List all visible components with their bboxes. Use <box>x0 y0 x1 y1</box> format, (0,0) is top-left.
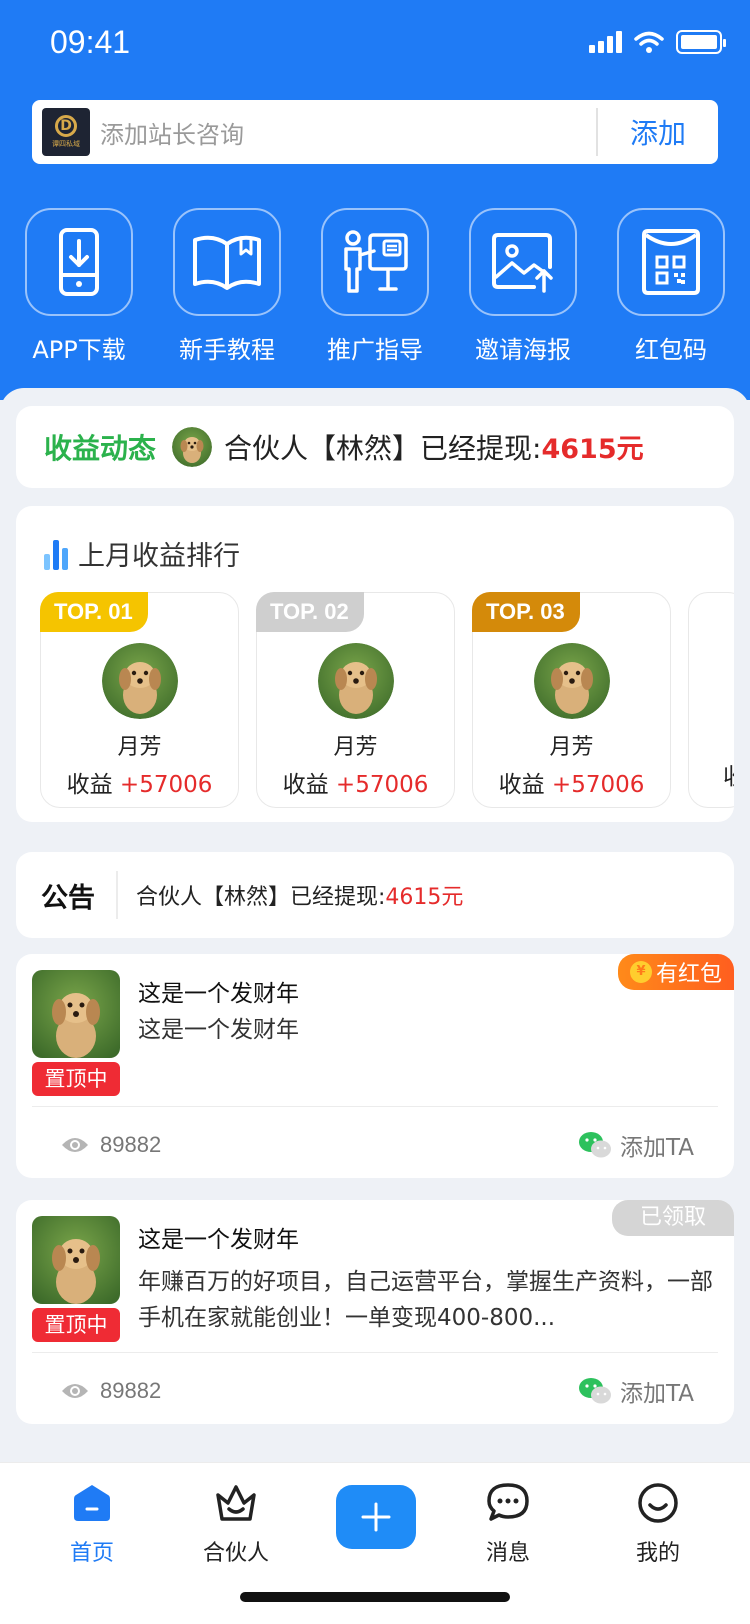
rank-badge: TOP. 01 <box>40 592 148 632</box>
eye-icon <box>62 1138 88 1152</box>
ranking-title: 上月收益排行 <box>78 541 240 572</box>
content-panel: 收益动态 合伙人【林然】已经提现:4615元 上月收益排行 TOP. 01 月芳… <box>0 388 750 1462</box>
rank-earnings: 收 <box>723 757 734 791</box>
add-button[interactable]: 添加 <box>598 112 718 152</box>
notice-bar[interactable]: 公告 合伙人【林然】已经提现:4615元 <box>16 852 734 938</box>
earnings-feed: 收益动态 合伙人【林然】已经提现:4615元 <box>16 406 734 488</box>
consult-bar: D 谭四私域 添加站长咨询 添加 <box>32 100 718 164</box>
home-indicator <box>240 1592 510 1602</box>
tab-messages[interactable]: 消息 <box>448 1481 568 1567</box>
status-bar: 09:41 <box>0 0 750 88</box>
book-icon <box>173 208 281 316</box>
view-count: 89882 <box>60 1378 161 1404</box>
quick-item-red-packet-code[interactable]: 红包码 <box>616 208 726 365</box>
rank-badge: TOP. 03 <box>472 592 580 632</box>
ranking-item[interactable]: TOP. 01 月芳 收益 +57006 <box>40 592 239 808</box>
status-icons <box>589 30 726 54</box>
ranking-item[interactable]: TOP. 02 月芳 收益 +57006 <box>256 592 455 808</box>
notice-label: 公告 <box>41 882 95 914</box>
publish-button[interactable] <box>336 1485 416 1549</box>
ranking-header: 上月收益排行 <box>44 534 240 573</box>
divider <box>32 1352 718 1353</box>
post-body: 这是一个发财年 <box>138 1017 299 1043</box>
rank-name: 月芳 <box>549 735 594 760</box>
crown-icon <box>216 1485 256 1521</box>
post-footer: 89882 添加TA <box>60 1128 694 1162</box>
avatar <box>317 643 394 719</box>
consult-input[interactable]: 添加站长咨询 <box>100 115 596 150</box>
post-thumbnail <box>32 1216 120 1304</box>
earnings-feed-title: 收益动态 <box>44 432 157 465</box>
chat-icon <box>487 1483 529 1521</box>
eye-icon <box>62 1384 88 1398</box>
add-contact-button[interactable]: 添加TA <box>578 1128 694 1162</box>
wechat-icon <box>579 1132 611 1158</box>
post-title: 这是一个发财年 <box>138 1227 299 1253</box>
view-count: 89882 <box>60 1132 161 1158</box>
rank-earnings: 收益 +57006 <box>282 772 429 798</box>
add-contact-button[interactable]: 添加TA <box>578 1374 694 1408</box>
quick-item-promotion-guide[interactable]: 推广指导 <box>320 208 430 365</box>
home-icon <box>74 1485 110 1521</box>
quick-item-app-download[interactable]: APP下载 <box>24 208 134 365</box>
earnings-feed-amount: 4615元 <box>541 434 644 465</box>
rank-badge: TOP. 02 <box>256 592 364 632</box>
battery-icon <box>676 30 726 54</box>
quick-item-invite-poster[interactable]: 邀请海报 <box>468 208 578 365</box>
quick-item-tutorial[interactable]: 新手教程 <box>172 208 282 365</box>
divider <box>32 1106 718 1107</box>
earnings-feed-text: 合伙人【林然】已经提现:4615元 <box>224 432 644 465</box>
image-upload-icon <box>469 208 577 316</box>
ranking-item-partial[interactable]: 收 <box>688 592 734 808</box>
tab-home[interactable]: 首页 <box>32 1481 152 1567</box>
post-footer: 89882 添加TA <box>60 1374 694 1408</box>
presenter-icon <box>321 208 429 316</box>
brand-logo: D 谭四私域 <box>42 108 90 156</box>
rank-name: 月芳 <box>117 735 162 760</box>
cellular-signal-icon <box>589 31 622 53</box>
rank-name: 月芳 <box>333 735 378 760</box>
post-thumbnail <box>32 970 120 1058</box>
red-packet-tag: ¥ 有红包 <box>617 954 734 990</box>
plus-icon <box>361 1502 391 1532</box>
post-card[interactable]: 置顶中 这是一个发财年 这是一个发财年 ¥ 有红包 89882 添加TA <box>16 954 734 1178</box>
pinned-badge: 置顶中 <box>32 1062 120 1096</box>
post-body: 年赚百万的好项目，自己运营平台，掌握生产资料，一部手机在家就能创业！一单变现40… <box>138 1269 713 1331</box>
bar-chart-icon <box>44 538 68 570</box>
tab-profile[interactable]: 我的 <box>598 1481 718 1567</box>
coin-icon: ¥ <box>629 961 652 983</box>
qr-envelope-icon <box>617 208 725 316</box>
post-title: 这是一个发财年 <box>138 981 299 1007</box>
claimed-tag: 已领取 <box>612 1200 734 1236</box>
avatar <box>101 643 178 719</box>
divider <box>116 871 118 919</box>
pinned-badge: 置顶中 <box>32 1308 120 1342</box>
ranking-card: 上月收益排行 TOP. 01 月芳 收益 +57006 TOP. 02 月芳 收… <box>16 506 734 822</box>
phone-download-icon <box>25 208 133 316</box>
wifi-icon <box>634 31 664 53</box>
notice-amount: 4615元 <box>385 885 464 910</box>
rank-earnings: 收益 +57006 <box>66 772 213 798</box>
ranking-item[interactable]: TOP. 03 月芳 收益 +57006 <box>472 592 671 808</box>
quick-menu: APP下载 新手教程 推广指导 邀请海报 红包码 <box>24 208 726 365</box>
wechat-icon <box>579 1378 611 1404</box>
avatar <box>533 643 610 719</box>
smile-icon <box>638 1483 678 1523</box>
avatar <box>172 427 213 467</box>
tab-partner[interactable]: 合伙人 <box>176 1481 296 1567</box>
status-time: 09:41 <box>50 24 131 60</box>
rank-earnings: 收益 +57006 <box>498 772 645 798</box>
post-card[interactable]: 置顶中 这是一个发财年 年赚百万的好项目，自己运营平台，掌握生产资料，一部手机在… <box>16 1200 734 1424</box>
ranking-list: TOP. 01 月芳 收益 +57006 TOP. 02 月芳 收益 +5700… <box>40 592 734 808</box>
notice-text: 合伙人【林然】已经提现:4615元 <box>136 885 464 910</box>
